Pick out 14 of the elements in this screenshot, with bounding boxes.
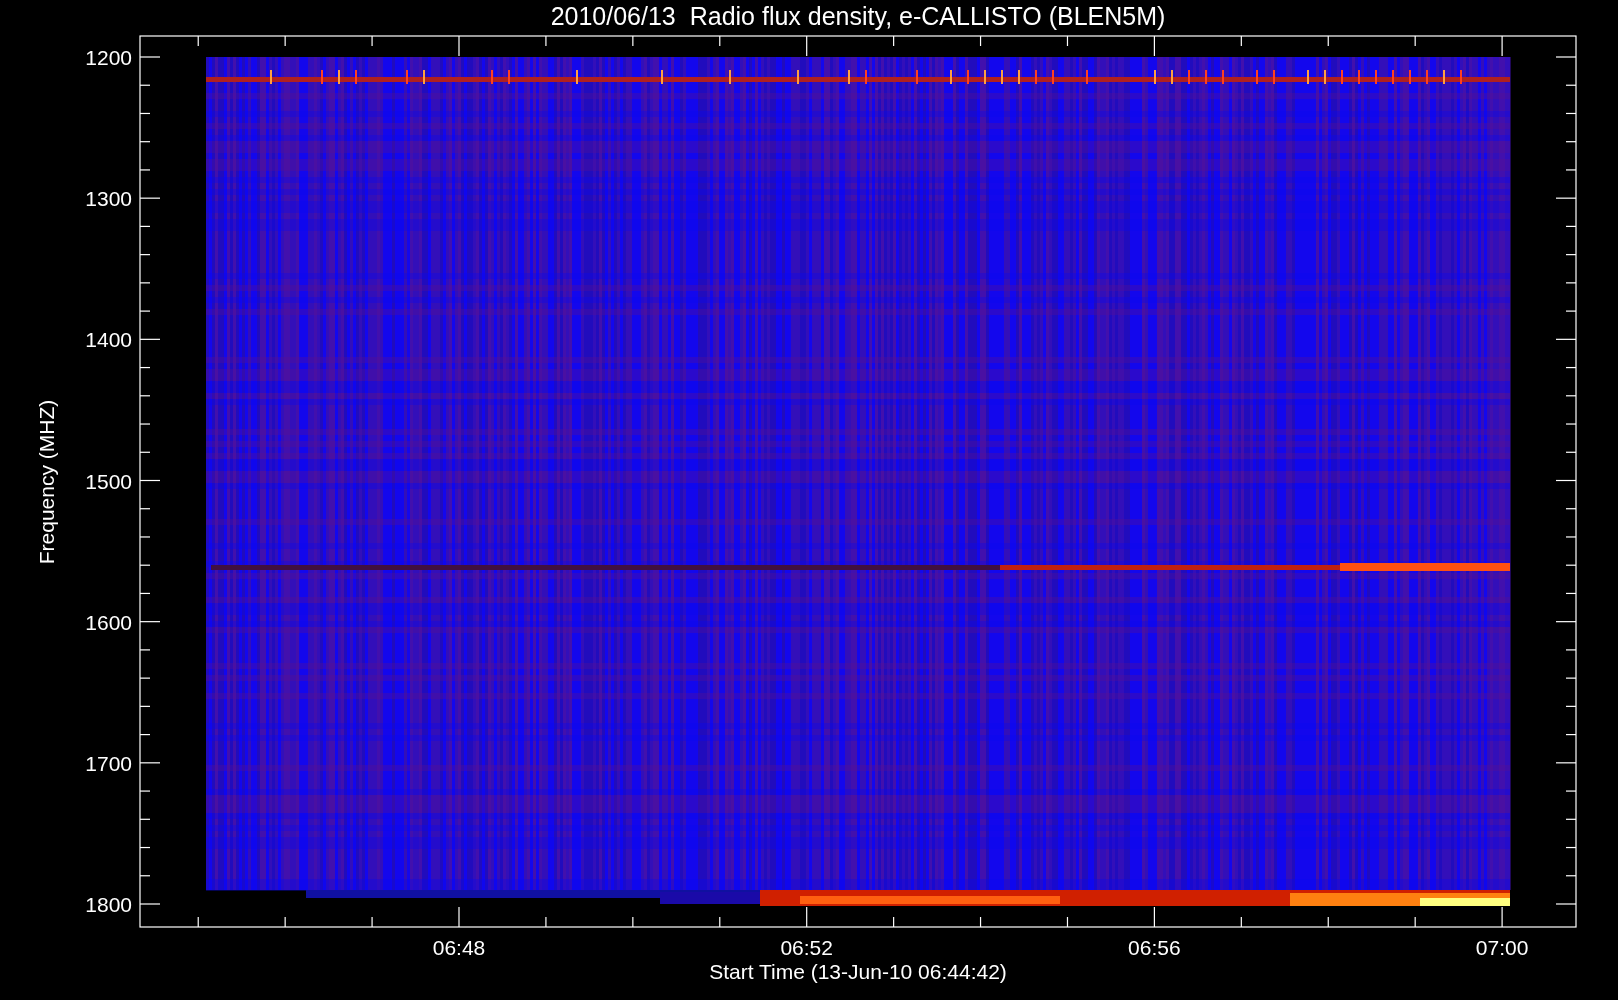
x-tick-label: 07:00 <box>1475 936 1529 959</box>
y-tick-label: 1500 <box>85 469 132 493</box>
y-tick-label: 1800 <box>85 893 132 916</box>
y-tick-label: 1700 <box>85 751 132 775</box>
y-tick-label: 1200 <box>85 46 132 69</box>
x-axis-label: Start Time (13-Jun-10 06:44:42) <box>709 960 1007 983</box>
y-tick-label: 1600 <box>85 610 132 634</box>
x-tick-label: 06:48 <box>432 936 486 959</box>
x-tick-label: 06:56 <box>1128 936 1181 959</box>
chart-title: 2010/06/13 Radio flux density, e-CALLISTO (BLEN5M) <box>550 2 1166 30</box>
x-tick-label: 06:52 <box>780 936 833 959</box>
y-tick-label: 1300 <box>85 187 132 211</box>
y-axis-label: Frequency (MHZ) <box>35 399 58 565</box>
y-tick-label: 1400 <box>85 328 132 352</box>
